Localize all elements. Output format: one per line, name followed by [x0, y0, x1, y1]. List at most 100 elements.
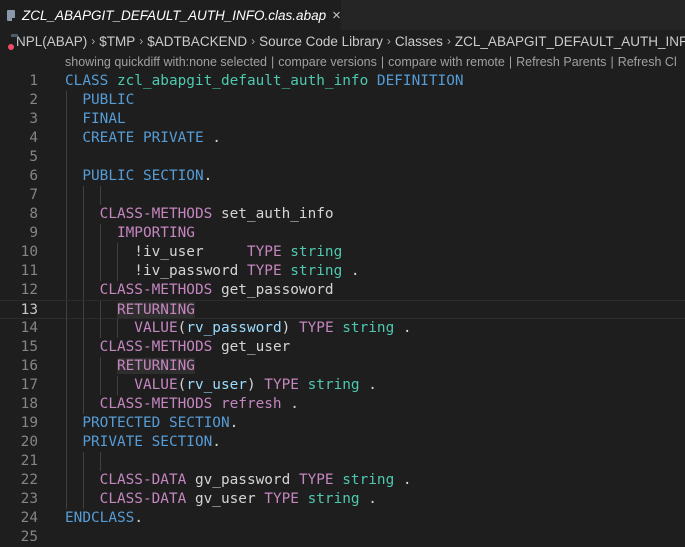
code-line[interactable]: 25	[0, 528, 685, 547]
code-token: set_auth_info	[212, 206, 334, 222]
code-token: ENDCLASS	[65, 510, 135, 526]
code-text: RETURNING	[65, 301, 195, 320]
code-token: PRIVATE SECTION	[65, 434, 213, 450]
code-line[interactable]: 6 PUBLIC SECTION.	[0, 167, 685, 186]
code-line[interactable]: 3 FINAL	[0, 110, 685, 129]
code-line[interactable]: 22 CLASS-DATA gv_password TYPE string .	[0, 471, 685, 490]
line-number: 4	[29, 130, 38, 146]
code-token: .	[281, 396, 299, 412]
close-icon[interactable]: ×	[332, 7, 341, 24]
breadcrumb-item-class[interactable]: ZCL_ABAPGIT_DEFAULT_AUTH_INFO	[455, 34, 685, 49]
code-token: (	[177, 377, 187, 393]
code-token: .	[359, 377, 377, 393]
code-line[interactable]: 17 VALUE(rv_user) TYPE string .	[0, 376, 685, 395]
line-number: 11	[20, 263, 38, 279]
code-line[interactable]: 4 CREATE PRIVATE .	[0, 129, 685, 148]
tab-title: ZCL_ABAPGIT_DEFAULT_AUTH_INFO.clas.abap	[22, 7, 327, 23]
code-token: DEFINITION	[368, 73, 464, 89]
code-text: ENDCLASS.	[65, 509, 143, 528]
line-number: 12	[20, 282, 38, 298]
line-number: 18	[20, 396, 38, 412]
code-line[interactable]: 2 PUBLIC	[0, 91, 685, 110]
code-token: PUBLIC	[65, 92, 135, 108]
code-text: !iv_user TYPE string	[65, 243, 342, 262]
code-text: CLASS-METHODS set_auth_info	[65, 205, 334, 224]
line-number: 7	[29, 187, 38, 203]
code-line[interactable]: 14 VALUE(rv_password) TYPE string .	[0, 319, 685, 338]
code-text: VALUE(rv_user) TYPE string .	[65, 376, 377, 395]
code-token: rv_user	[186, 377, 247, 393]
codelens-refresh-parents[interactable]: Refresh Parents	[516, 55, 606, 69]
code-line[interactable]: 1 CLASS zcl_abapgit_default_auth_info DEF…	[0, 72, 685, 91]
line-number: 16	[20, 358, 38, 374]
chevron-right-icon: ›	[139, 34, 144, 48]
code-token: CLASS-DATA	[65, 472, 187, 488]
code-token: .	[203, 168, 213, 184]
code-token: TYPE	[246, 244, 282, 260]
code-line[interactable]: 12 CLASS-METHODS get_passoword	[0, 281, 685, 300]
breadcrumb-item-classes[interactable]: Classes	[395, 34, 443, 49]
breadcrumb-item-package-tmp[interactable]: $TMP	[99, 34, 135, 49]
code-token: string	[281, 244, 343, 260]
code-token: get_passoword	[212, 282, 334, 298]
code-token: .	[229, 415, 239, 431]
line-number: 3	[29, 111, 38, 127]
code-line[interactable]: 23 CLASS-DATA gv_user TYPE string .	[0, 490, 685, 509]
code-line[interactable]: 16 RETURNING	[0, 357, 685, 376]
error-dot-icon	[8, 43, 14, 50]
code-token: (	[177, 320, 187, 336]
line-number: 5	[29, 149, 38, 165]
codelens-separator: |	[270, 55, 275, 69]
code-line[interactable]: 20 PRIVATE SECTION.	[0, 433, 685, 452]
code-token: string	[333, 320, 395, 336]
line-number: 2	[29, 92, 38, 108]
code-token: )	[246, 377, 265, 393]
breadcrumb-item-system[interactable]: NPL(ABAP)	[16, 34, 87, 49]
code-token: string	[281, 263, 343, 279]
line-number: 25	[20, 529, 38, 545]
line-number: 15	[20, 339, 38, 355]
code-text: PUBLIC	[65, 91, 134, 110]
code-token: TYPE	[298, 320, 334, 336]
codelens-compare-remote[interactable]: compare with remote	[388, 55, 505, 69]
code-line[interactable]: 5	[0, 148, 685, 167]
line-number: 24	[20, 510, 38, 526]
code-editor[interactable]: 1 CLASS zcl_abapgit_default_auth_info DEF…	[0, 72, 685, 545]
code-token: CLASS	[65, 73, 117, 89]
codelens-compare-versions[interactable]: compare versions	[278, 55, 377, 69]
indent-guide	[66, 452, 67, 471]
code-line[interactable]: 19 PROTECTED SECTION.	[0, 414, 685, 433]
code-line[interactable]: 11 !iv_password TYPE string .	[0, 262, 685, 281]
breadcrumb-item-package-adtbackend[interactable]: $ADTBACKEND	[147, 34, 247, 49]
file-icon	[7, 9, 15, 21]
breadcrumb-item-source-code-library[interactable]: Source Code Library	[259, 34, 383, 49]
code-line[interactable]: 18 CLASS-METHODS refresh .	[0, 395, 685, 414]
line-number: 22	[20, 472, 38, 488]
code-text: IMPORTING	[65, 224, 195, 243]
code-line[interactable]: 8 CLASS-METHODS set_auth_info	[0, 205, 685, 224]
code-token: CLASS-DATA	[65, 491, 187, 507]
codelens-quickdiff[interactable]: showing quickdiff with:none selected	[65, 55, 267, 69]
line-number: 9	[29, 225, 38, 241]
code-text: RETURNING	[65, 357, 195, 376]
code-text: PUBLIC SECTION.	[65, 167, 212, 186]
code-line[interactable]: 7	[0, 186, 685, 205]
codelens-refresh-class[interactable]: Refresh Cl	[618, 55, 677, 69]
code-token: RETURNING	[116, 302, 195, 318]
code-token: )	[281, 320, 299, 336]
code-line[interactable]: 13 RETURNING	[0, 300, 685, 320]
codelens-separator: |	[380, 55, 385, 69]
code-token: PROTECTED SECTION	[65, 415, 230, 431]
code-token: VALUE	[65, 320, 178, 336]
code-token: CLASS-METHODS	[65, 282, 213, 298]
code-line[interactable]: 24 ENDCLASS.	[0, 509, 685, 528]
editor-tab-active[interactable]: ZCL_ABAPGIT_DEFAULT_AUTH_INFO.clas.abap …	[0, 0, 341, 30]
code-line[interactable]: 10 !iv_user TYPE string	[0, 243, 685, 262]
code-token: .	[342, 263, 360, 279]
code-line[interactable]: 9 IMPORTING	[0, 224, 685, 243]
code-line[interactable]: 21	[0, 452, 685, 471]
code-text: !iv_password TYPE string .	[65, 262, 360, 281]
line-number: 8	[29, 206, 38, 222]
code-token: string	[298, 491, 360, 507]
code-line[interactable]: 15 CLASS-METHODS get_user	[0, 338, 685, 357]
